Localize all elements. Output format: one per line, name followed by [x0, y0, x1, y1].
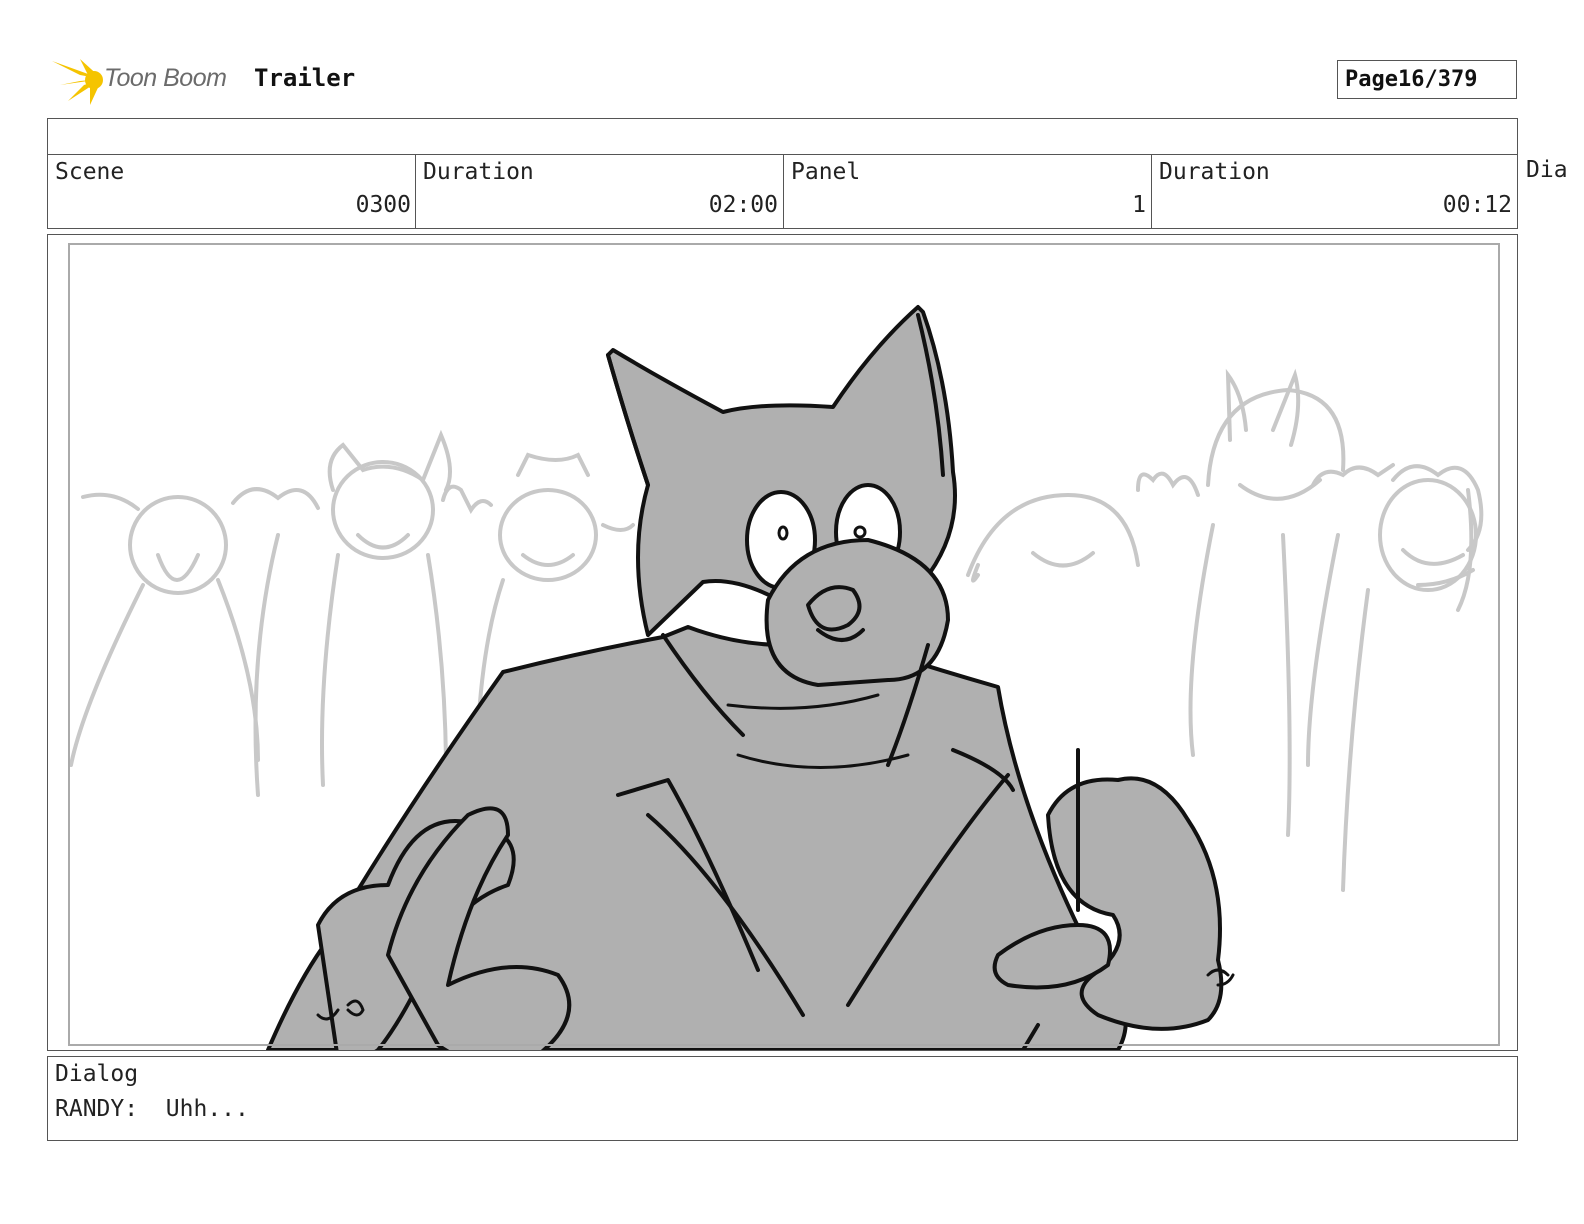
- dialog-column-overflow-label: Dia: [1526, 157, 1568, 183]
- panel-duration-label: Duration: [1159, 159, 1270, 185]
- scene-value: 0300: [355, 192, 411, 218]
- scene-label: Scene: [55, 159, 125, 185]
- dialog-label: Dialog: [55, 1061, 139, 1087]
- panel-frame: [47, 234, 1518, 1051]
- page-label: Page: [1345, 67, 1398, 92]
- project-title: Trailer: [254, 64, 356, 92]
- info-empty-row: [48, 119, 1517, 155]
- page-indicator: Page 16/379: [1337, 60, 1517, 99]
- panel-value: 1: [1132, 192, 1146, 218]
- logo-text: Toon Boom: [104, 64, 227, 92]
- page-value: 16/379: [1397, 67, 1478, 92]
- scene-cell: Scene 0300: [48, 155, 416, 229]
- panel-duration-cell: Duration 00:12: [1151, 155, 1517, 229]
- info-table: Scene 0300 Duration 02:00 Panel 1 Durati…: [47, 118, 1518, 229]
- panel-cell: Panel 1: [783, 155, 1151, 229]
- panel-safe-area-border: [68, 243, 1500, 1046]
- panel-label: Panel: [791, 159, 861, 185]
- scene-duration-label: Duration: [423, 159, 534, 185]
- panel-duration-value: 00:12: [1442, 192, 1512, 218]
- dialog-text: RANDY: Uhh...: [55, 1096, 249, 1122]
- dialog-box: Dialog RANDY: Uhh...: [47, 1056, 1518, 1141]
- scene-duration-value: 02:00: [708, 192, 778, 218]
- scene-duration-cell: Duration 02:00: [415, 155, 783, 229]
